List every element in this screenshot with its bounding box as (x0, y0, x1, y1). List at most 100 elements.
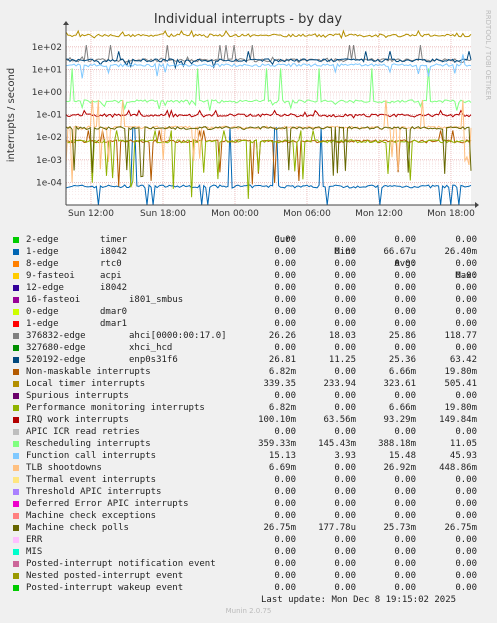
legend-max-value: 0.00 (455, 499, 477, 509)
legend-row: Machine check polls 26.75m 177.78u 25.73m 26… (0, 522, 497, 534)
legend-min-value: 3.93 (334, 451, 356, 461)
x-tick-label: Sun 12:00 (68, 209, 114, 219)
legend-cur-value: 6.82m (268, 403, 296, 413)
legend-swatch (13, 465, 19, 471)
legend-min-value: 233.94 (323, 379, 356, 389)
legend-cur-value: 0.00 (274, 559, 296, 569)
legend-swatch (13, 417, 19, 423)
legend-series-name: 2-edge (26, 235, 59, 245)
legend-max-value: 0.00 (455, 487, 477, 497)
legend-row: 520192-edge enp0s31f6 26.81 11.25 25.36 63.42 (0, 354, 497, 366)
legend-min-value: 0.00 (334, 391, 356, 401)
legend-swatch (13, 585, 19, 591)
legend-cur-value: 0.00 (274, 427, 296, 437)
legend-row: Deferred Error APIC interrupts 0.00 0.00 0.… (0, 498, 497, 510)
legend-series-name: Function call interrupts (26, 451, 157, 461)
legend-avg-value: 6.66m (388, 367, 416, 377)
legend-avg-value: 0.00 (394, 427, 416, 437)
legend-cur-value: 359.33m (258, 439, 296, 449)
legend-swatch (13, 441, 19, 447)
side-label: RRDTOOL / TOBI OETIKER (484, 10, 492, 100)
legend-cur-value: 0.00 (274, 547, 296, 557)
legend-row: 9-fasteoi acpi 0.00 0.00 0.00 0.00 (0, 270, 497, 282)
legend-cur-value: 0.00 (274, 391, 296, 401)
legend-min-value: 0.00 (334, 295, 356, 305)
legend-max-value: 0.00 (455, 343, 477, 353)
legend-row: Local timer interrupts 339.35 233.94 323.61… (0, 378, 497, 390)
legend-cur-value: 0.00 (274, 475, 296, 485)
legend-min-value: 0.00 (334, 535, 356, 545)
legend-avg-value: 15.48 (388, 451, 416, 461)
legend-row: Spurious interrupts 0.00 0.00 0.00 0.00 (0, 390, 497, 402)
legend-avg-value: 0.00 (394, 583, 416, 593)
legend-cur-value: 26.75m (263, 523, 296, 533)
legend-swatch (13, 561, 19, 567)
legend-device-name: dmar0 (100, 307, 128, 317)
legend-cur-value: 26.26 (268, 331, 296, 341)
legend-min-value: 0.00 (334, 427, 356, 437)
legend-row: 2-edge timer 0.00 0.00 0.00 0.00 (0, 234, 497, 246)
legend-swatch (13, 261, 19, 267)
legend-avg-value: 0.00 (394, 571, 416, 581)
legend-row: 8-edge rtc0 0.00 0.00 0.00 0.00 (0, 258, 497, 270)
x-tick-label: Mon 18:00 (427, 209, 475, 219)
legend-min-value: 0.00 (334, 463, 356, 473)
legend-row: Function call interrupts 15.13 3.93 15.48 45… (0, 450, 497, 462)
legend-swatch (13, 381, 19, 387)
legend-avg-value: 0.00 (394, 343, 416, 353)
x-tick-label: Mon 12:00 (355, 209, 403, 219)
legend-cur-value: 0.00 (274, 259, 296, 269)
legend-swatch (13, 285, 19, 291)
legend-series-name: Machine check exceptions (26, 511, 157, 521)
legend-max-value: 45.93 (449, 451, 477, 461)
legend-series-name: 520192-edge (26, 355, 86, 365)
legend-avg-value: 323.61 (383, 379, 416, 389)
legend-swatch (13, 249, 19, 255)
legend-series-name: TLB shootdowns (26, 463, 102, 473)
legend-swatch (13, 357, 19, 363)
legend-series-name: Non-maskable interrupts (26, 367, 151, 377)
legend-swatch (13, 501, 19, 507)
legend-series-name: Threshold APIC interrupts (26, 487, 162, 497)
legend-avg-value: 0.00 (394, 235, 416, 245)
legend-cur-value: 6.82m (268, 367, 296, 377)
legend-swatch (13, 549, 19, 555)
legend-min-value: 0.00 (334, 259, 356, 269)
legend-cur-value: 0.00 (274, 271, 296, 281)
legend-header: Cur: Min: Avg: Max: (0, 222, 497, 281)
legend-row: Thermal event interrupts 0.00 0.00 0.00 0.00 (0, 474, 497, 486)
legend-swatch (13, 489, 19, 495)
legend-avg-value: 0.00 (394, 547, 416, 557)
legend-series-name: APIC ICR read retries (26, 427, 140, 437)
legend-device-name: xhci_hcd (129, 343, 173, 353)
legend-avg-value: 0.00 (394, 535, 416, 545)
legend-max-value: 0.00 (455, 571, 477, 581)
legend-min-value: 18.03 (328, 331, 356, 341)
legend-row: 0-edge dmar0 0.00 0.00 0.00 0.00 (0, 306, 497, 318)
legend-min-value: 0.00 (334, 487, 356, 497)
legend-min-value: 177.78u (318, 523, 356, 533)
legend-series-name: 16-fasteoi (26, 295, 81, 305)
legend-device-name: i8042 (100, 247, 128, 257)
legend-series-name: MIS (26, 547, 43, 557)
legend-swatch (13, 513, 19, 519)
legend-row: 327680-edge xhci_hcd 0.00 0.00 0.00 0.00 (0, 342, 497, 354)
legend-cur-value: 15.13 (268, 451, 296, 461)
legend-device-name: ahci[0000:00:17.0] (129, 331, 227, 341)
legend-min-value: 0.00 (334, 343, 356, 353)
legend-max-value: 149.84m (439, 415, 477, 425)
legend-series-name: Posted-interrupt notification event (26, 559, 216, 569)
legend-avg-value: 6.66m (388, 403, 416, 413)
legend-avg-value: 0.00 (394, 295, 416, 305)
legend-min-value: 0.00 (334, 499, 356, 509)
legend-min-value: 0.00 (334, 511, 356, 521)
legend-max-value: 26.40m (444, 247, 477, 257)
legend-row: 1-edge i8042 0.00 0.00 66.67u 26.40m (0, 246, 497, 258)
legend-device-name: rtc0 (100, 259, 122, 269)
legend-cur-value: 0.00 (274, 535, 296, 545)
legend-swatch (13, 393, 19, 399)
legend-avg-value: 0.00 (394, 559, 416, 569)
legend-row: MIS 0.00 0.00 0.00 0.00 (0, 546, 497, 558)
legend-avg-value: 0.00 (394, 259, 416, 269)
legend-min-value: 0.00 (334, 583, 356, 593)
